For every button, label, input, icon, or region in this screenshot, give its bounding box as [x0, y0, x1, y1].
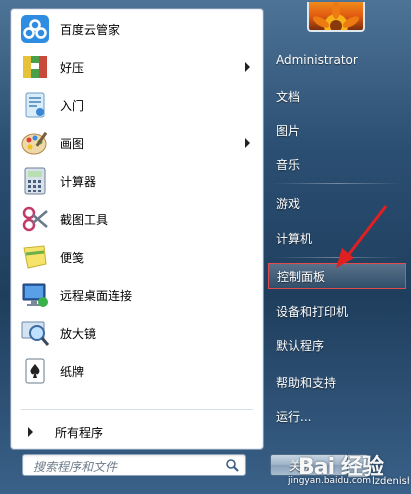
separator: [21, 409, 253, 410]
program-item-sticky-notes[interactable]: 便笺: [14, 239, 260, 275]
default-programs-link[interactable]: 默认程序: [268, 333, 406, 359]
program-item-haozip[interactable]: 好压: [14, 49, 260, 85]
calculator-icon: [24, 167, 46, 195]
snipping-tool-icon: [22, 206, 48, 232]
watermark-url: jingyan.baidu.com: [288, 476, 372, 486]
program-item-paint[interactable]: 画图: [14, 125, 260, 161]
program-label: 放大镜: [60, 326, 97, 341]
watermark-user: lzdenish: [372, 476, 409, 487]
program-label: 便笺: [60, 250, 85, 265]
program-label: 画图: [60, 136, 85, 151]
search-input[interactable]: 搜索程序和文件: [22, 454, 246, 476]
submenu-arrow-icon[interactable]: [245, 62, 250, 72]
pictures-link[interactable]: 图片: [268, 118, 406, 144]
help-and-support-link[interactable]: 帮助和支持: [268, 370, 406, 396]
music-link[interactable]: 音乐: [268, 152, 406, 178]
annotation-arrow-icon: [336, 205, 388, 268]
all-programs-label: 所有程序: [55, 425, 104, 440]
submenu-arrow-icon[interactable]: [245, 138, 250, 148]
solitaire-icon: [25, 358, 45, 384]
program-label: 远程桌面连接: [60, 288, 133, 303]
magnifier-icon: [21, 321, 50, 346]
program-label: 纸牌: [60, 364, 85, 379]
devices-and-printers-link[interactable]: 设备和打印机: [268, 299, 406, 325]
program-item-magnifier[interactable]: 放大镜: [14, 315, 260, 351]
program-item-calculator[interactable]: 计算器: [14, 163, 260, 199]
program-label: 好压: [60, 60, 85, 75]
search-placeholder: 搜索程序和文件: [33, 460, 118, 474]
program-label: 截图工具: [60, 212, 109, 227]
program-label: 入门: [60, 98, 85, 113]
program-item-getting-started[interactable]: 入门: [14, 87, 260, 123]
separator: [272, 183, 402, 184]
documents-link[interactable]: 文档: [268, 84, 406, 110]
program-list-pane: 百度云管家 好压 入门 画图 计算器 截图工具 便笺 远程桌面连接 放大镜 纸牌…: [10, 8, 264, 450]
expand-arrow-icon: [28, 427, 33, 437]
program-item-solitaire[interactable]: 纸牌: [14, 353, 260, 389]
program-label: 百度云管家: [60, 22, 121, 37]
start-menu: 百度云管家 好压 入门 画图 计算器 截图工具 便笺 远程桌面连接 放大镜 纸牌…: [2, 2, 409, 492]
program-item-baidu-cloud[interactable]: 百度云管家: [14, 11, 260, 47]
run-link[interactable]: 运行...: [268, 404, 406, 430]
program-item-remote-desktop[interactable]: 远程桌面连接: [14, 277, 260, 313]
baidu-cloud-icon: [21, 15, 49, 43]
haozip-icon: [23, 56, 47, 78]
remote-desktop-icon: [22, 283, 48, 307]
program-item-snipping-tool[interactable]: 截图工具: [14, 201, 260, 237]
sticky-notes-icon: [23, 245, 47, 269]
all-programs-button[interactable]: 所有程序: [14, 419, 260, 445]
user-name-link[interactable]: Administrator: [268, 47, 406, 73]
paint-icon: [21, 131, 48, 155]
search-icon[interactable]: [225, 458, 239, 472]
getting-started-icon: [25, 92, 45, 118]
program-label: 计算器: [60, 174, 97, 189]
